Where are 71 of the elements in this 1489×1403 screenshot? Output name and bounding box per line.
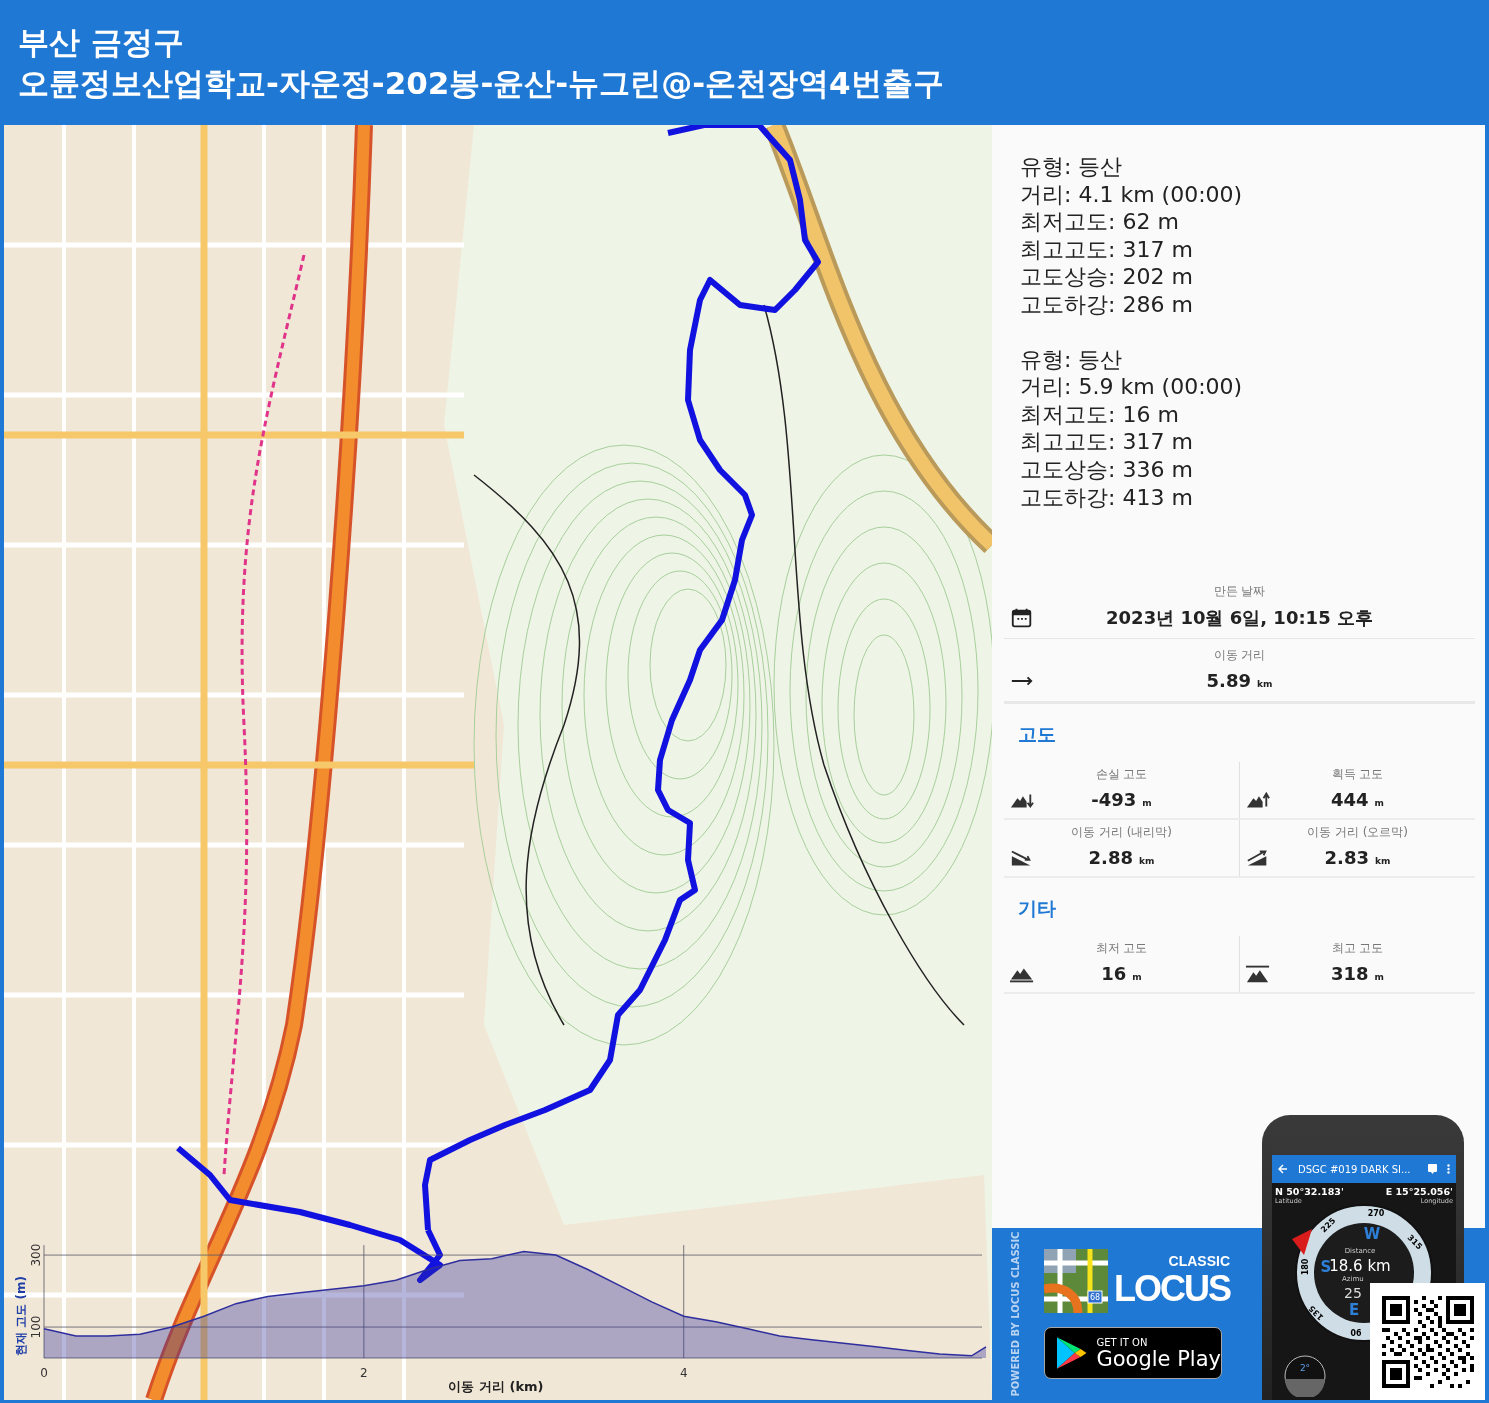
logo-subtitle: CLASSIC — [1168, 1253, 1230, 1269]
summary-line: 거리: 5.9 km (00:00) — [1020, 373, 1244, 401]
summary-line: 거리: 4.1 km (00:00) — [1020, 180, 1244, 209]
store-badge[interactable]: GET IT ON Google Play — [1044, 1327, 1222, 1379]
stat-value: 16 — [1101, 963, 1127, 985]
distance-value: 5.89 — [1206, 670, 1251, 692]
map-tile-logo-icon: 68 — [1044, 1249, 1108, 1313]
axis-tick-label: 4 — [679, 1366, 688, 1380]
stat-value: 2.83 — [1324, 847, 1369, 869]
section-title: 고도 — [1017, 722, 1057, 748]
screen-title: DSGC #019 DARK SI... — [1298, 1163, 1412, 1175]
calendar-icon — [1010, 608, 1034, 629]
summary-line: 최고고도: 317 m — [1020, 235, 1194, 264]
unit-label: km — [1257, 679, 1273, 690]
azimuth-value: 25 — [1344, 1285, 1362, 1301]
compass-degree: 180 — [1301, 1258, 1310, 1276]
axis-tick-label: 300 — [29, 1243, 43, 1267]
summary-line: 최저고도: 16 m — [1020, 400, 1180, 429]
unit-label: m — [1374, 972, 1384, 983]
page-title: 오륜정보산업학교-자운정-202봉-윤산-뉴그린@-온천장역4번출구 — [18, 64, 945, 103]
summary-line: 고도상승: 336 m — [1020, 455, 1194, 484]
stat-label: 이동 거리 (내리막) — [1071, 824, 1172, 842]
unit-label: m — [1142, 798, 1152, 809]
unit-label: km — [1375, 856, 1391, 867]
created-label: 만든 날짜 — [1213, 583, 1266, 601]
stat-value: 318 — [1331, 963, 1369, 985]
compass-letter: W — [1363, 1225, 1381, 1243]
stat-label: 획득 고도 — [1331, 766, 1384, 784]
marker-icon — [1428, 1164, 1437, 1174]
more-icon — [1447, 1164, 1450, 1174]
unit-label: km — [1139, 856, 1155, 867]
stat-label: 이동 거리 (오르막) — [1307, 824, 1408, 842]
compass-letter: E — [1348, 1301, 1360, 1319]
back-arrow-icon — [1278, 1164, 1288, 1174]
axis-tick-label: 2 — [360, 1366, 368, 1380]
stat-value: -493 — [1091, 789, 1137, 811]
summary-line: 고도상승: 202 m — [1020, 263, 1194, 291]
unit-label: m — [1374, 798, 1384, 809]
axis-tick-label: 0 — [40, 1366, 48, 1380]
longitude-value: E 15°25.056' — [1385, 1186, 1453, 1197]
page-title: 부산 금정구 — [18, 23, 185, 62]
mountain-up-arrow-icon — [1246, 789, 1270, 810]
axis-title: 이동 거리 (km) — [448, 1379, 544, 1394]
summary-line: 유형: 등산 — [1020, 345, 1124, 374]
stat-label: 손실 고도 — [1095, 766, 1148, 784]
distance-label: 이동 거리 — [1213, 647, 1266, 665]
axis-tick-label: 100 — [29, 1315, 43, 1339]
distance-value: 18.6 km — [1329, 1257, 1391, 1275]
logo-wordmark: LOCUS — [1114, 1269, 1230, 1309]
summary-line: 최고고도: 317 m — [1020, 428, 1194, 456]
summary-line: 유형: 등산 — [1020, 153, 1124, 181]
mountain-top-line-icon — [1246, 963, 1270, 984]
stat-value: 2.88 — [1088, 847, 1133, 869]
stat-label: 최저 고도 — [1095, 940, 1148, 958]
pointer-icon — [1292, 1229, 1312, 1255]
stat-label: 최고 고도 — [1331, 940, 1384, 958]
unit-label: m — [1132, 972, 1142, 983]
summary-line: 최저고도: 62 m — [1020, 208, 1180, 236]
compass-letter: S — [1320, 1258, 1332, 1276]
level-indicator-icon: 2° — [1284, 1355, 1326, 1397]
latitude-value: N 50°32.183' — [1275, 1186, 1344, 1197]
summary-line: 고도하강: 413 m — [1020, 483, 1194, 512]
created-date: 2023년 10월 6일, 10:15 오후 — [1105, 606, 1374, 631]
powered-by-text: POWERED BY LOCUS CLASSIC — [1009, 1231, 1021, 1397]
summary-line: 고도하강: 286 m — [1020, 290, 1194, 319]
compass-degree: 90 — [1350, 1327, 1362, 1336]
section-title: 기타 — [1017, 896, 1057, 922]
stat-value: 444 — [1331, 789, 1369, 811]
play-triangle-icon — [1055, 1335, 1089, 1371]
compass-degree: 270 — [1367, 1209, 1385, 1218]
axis-title: 현재 고도 (m) — [14, 1276, 28, 1356]
